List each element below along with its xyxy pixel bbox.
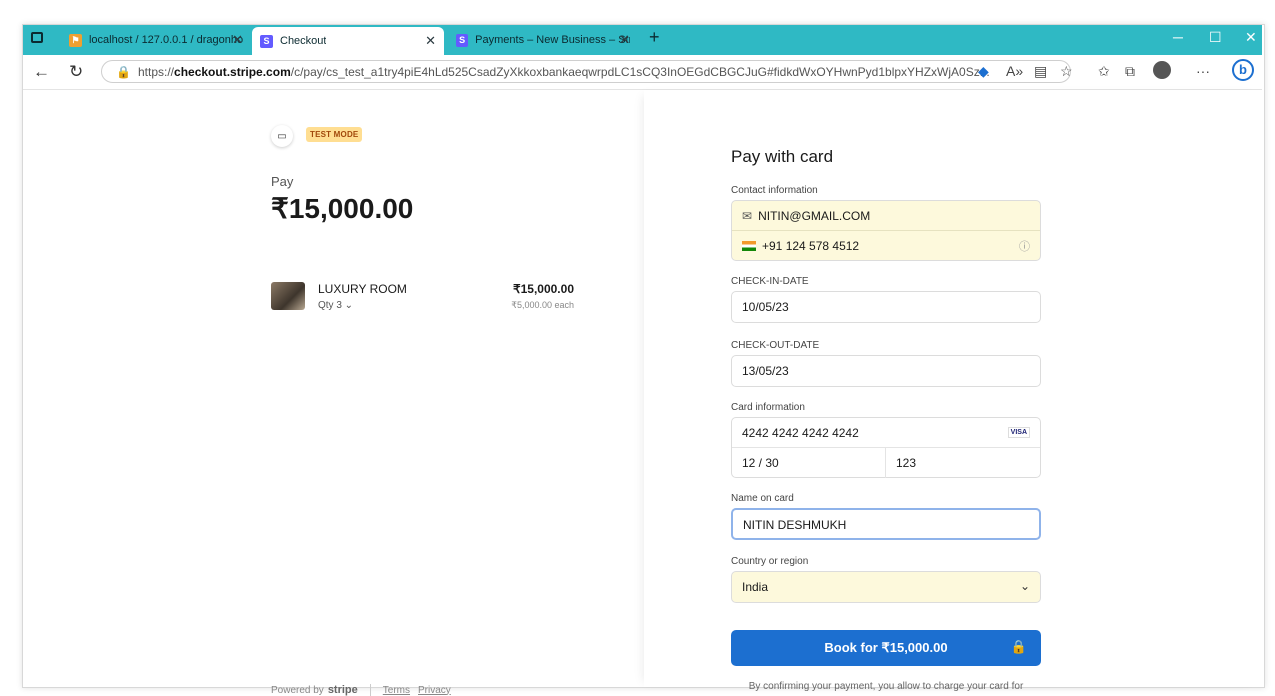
- favorites-icon[interactable]: ✩: [1098, 63, 1110, 80]
- name-input[interactable]: NITIN DESHMUKH: [731, 508, 1041, 540]
- footer: Powered by stripe Terms Privacy: [271, 684, 459, 696]
- order-summary: ▭ TEST MODE Pay ₹15,000.00 LUXURY ROOM Q…: [23, 90, 644, 696]
- tab-phpmyadmin[interactable]: ⚑ localhost / 127.0.0.1 / dragonho ✕: [61, 28, 251, 52]
- expiry-input[interactable]: 12 / 30: [732, 448, 886, 478]
- profile-avatar-icon[interactable]: [1153, 61, 1171, 79]
- cvc-input[interactable]: 123: [886, 448, 1040, 478]
- book-button-label: Book for ₹15,000.00: [824, 640, 948, 655]
- screen-frame: ⚑ localhost / 127.0.0.1 / dragonho ✕ S C…: [22, 24, 1265, 696]
- country-label: Country or region: [731, 556, 809, 567]
- checkout-input[interactable]: 13/05/23: [731, 355, 1041, 387]
- close-icon[interactable]: ✕: [425, 33, 436, 49]
- checkout-page: ▭ TEST MODE Pay ₹15,000.00 LUXURY ROOM Q…: [23, 90, 1262, 696]
- refresh-icon[interactable]: ↻: [69, 62, 83, 82]
- powered-by-label: Powered by: [271, 684, 324, 696]
- favorite-star-icon[interactable]: ☆: [1060, 63, 1073, 80]
- browser-window: ⚑ localhost / 127.0.0.1 / dragonho ✕ S C…: [0, 0, 1275, 696]
- phone-field[interactable]: +91 124 578 4512 ⓘ: [732, 231, 1040, 261]
- url-domain: checkout.stripe.com: [174, 64, 291, 79]
- url-prefix: https://: [138, 64, 175, 79]
- info-icon[interactable]: ⓘ: [1019, 238, 1030, 254]
- india-flag-icon: [742, 241, 756, 251]
- tab-payments[interactable]: S Payments – New Business – Strip ✕: [448, 28, 638, 52]
- email-value: NITIN@GMAIL.COM: [758, 208, 871, 223]
- email-field[interactable]: ✉ NITIN@GMAIL.COM: [732, 201, 1040, 231]
- form-title: Pay with card: [731, 147, 834, 166]
- name-label: Name on card: [731, 493, 794, 504]
- quantity-selector[interactable]: Qty 3 ⌄: [318, 300, 353, 311]
- chevron-down-icon: ⌄: [1019, 579, 1030, 593]
- back-icon[interactable]: ←: [33, 62, 50, 82]
- book-button[interactable]: Book for ₹15,000.00 🔒: [731, 630, 1041, 666]
- contact-group: ✉ NITIN@GMAIL.COM +91 124 578 4512 ⓘ: [731, 200, 1041, 261]
- stripe-logo[interactable]: stripe: [328, 684, 358, 696]
- name-value: NITIN DESHMUKH: [743, 518, 847, 532]
- pay-label: Pay: [271, 174, 294, 189]
- tab-label: localhost / 127.0.0.1 / dragonho: [88, 34, 243, 46]
- bing-chat-icon[interactable]: b: [1232, 59, 1254, 81]
- url-path: /c/pay/cs_test_a1try4piE4hLd525CsadZyXkk…: [290, 64, 990, 79]
- store-icon: ▭: [271, 125, 293, 147]
- visa-icon: VISA: [1007, 427, 1030, 438]
- phpmyadmin-icon: ⚑: [69, 33, 82, 47]
- url-input[interactable]: 🔒 https://checkout.stripe.com/c/pay/cs_t…: [101, 60, 1071, 83]
- card-label: Card information: [731, 402, 805, 413]
- test-mode-badge: TEST MODE: [306, 127, 363, 142]
- tab-actions-icon[interactable]: [31, 32, 43, 43]
- checkout-value: 13/05/23: [742, 364, 789, 378]
- collections-icon[interactable]: ⧉: [1125, 63, 1135, 80]
- lock-icon[interactable]: 🔒: [116, 65, 131, 79]
- stripe-s-icon: S: [456, 33, 469, 47]
- checkin-input[interactable]: 10/05/23: [731, 291, 1041, 323]
- card-number-value: 4242 4242 4242 4242: [742, 425, 859, 440]
- total-amount: ₹15,000.00: [271, 193, 414, 224]
- room-thumbnail: [271, 282, 305, 310]
- tab-label: Checkout: [280, 35, 327, 47]
- country-select[interactable]: India ⌄: [731, 571, 1041, 603]
- country-value: India: [742, 580, 769, 594]
- close-window-button[interactable]: ✕: [1245, 29, 1257, 46]
- tab-label: Payments – New Business – Strip: [475, 34, 630, 46]
- lock-icon: 🔒: [1010, 639, 1027, 654]
- divider: [369, 684, 371, 696]
- checkin-label: CHECK-IN-DATE: [731, 276, 809, 287]
- item-unit-price: ₹5,000.00 each: [511, 300, 574, 310]
- item-name: LUXURY ROOM: [318, 282, 407, 296]
- address-bar: ← ↻ 🔒 https://checkout.stripe.com/c/pay/…: [23, 55, 1262, 90]
- payment-form: Pay with card Contact information ✉ NITI…: [644, 90, 1262, 692]
- minimize-button[interactable]: ─: [1173, 29, 1183, 45]
- expiry-value: 12 / 30: [742, 456, 779, 470]
- card-number-input[interactable]: 4242 4242 4242 4242 VISA: [732, 418, 1040, 448]
- new-tab-button[interactable]: +: [649, 27, 660, 48]
- mail-icon: ✉: [742, 208, 753, 223]
- close-icon[interactable]: ✕: [232, 32, 243, 48]
- card-group: 4242 4242 4242 4242 VISA 12 / 30 123: [731, 417, 1041, 478]
- privacy-link[interactable]: Privacy: [418, 685, 451, 696]
- extension-tag-icon[interactable]: ◆: [978, 63, 989, 80]
- cvc-value: 123: [896, 456, 917, 470]
- phone-value: +91 124 578 4512: [762, 239, 860, 253]
- checkout-label: CHECK-OUT-DATE: [731, 340, 820, 351]
- contact-label: Contact information: [731, 185, 818, 196]
- read-aloud-icon[interactable]: A»: [1006, 63, 1023, 79]
- tab-strip: ⚑ localhost / 127.0.0.1 / dragonho ✕ S C…: [23, 25, 1262, 55]
- item-price: ₹15,000.00: [512, 282, 574, 296]
- stripe-s-icon: S: [260, 34, 273, 48]
- tab-checkout[interactable]: S Checkout ✕: [252, 27, 444, 55]
- maximize-button[interactable]: ☐: [1209, 29, 1222, 46]
- checkin-value: 10/05/23: [742, 300, 789, 314]
- terms-link[interactable]: Terms: [383, 685, 410, 696]
- close-icon[interactable]: ✕: [619, 32, 630, 48]
- immersive-reader-icon[interactable]: ▤: [1034, 63, 1047, 80]
- more-menu-icon[interactable]: ···: [1196, 63, 1210, 79]
